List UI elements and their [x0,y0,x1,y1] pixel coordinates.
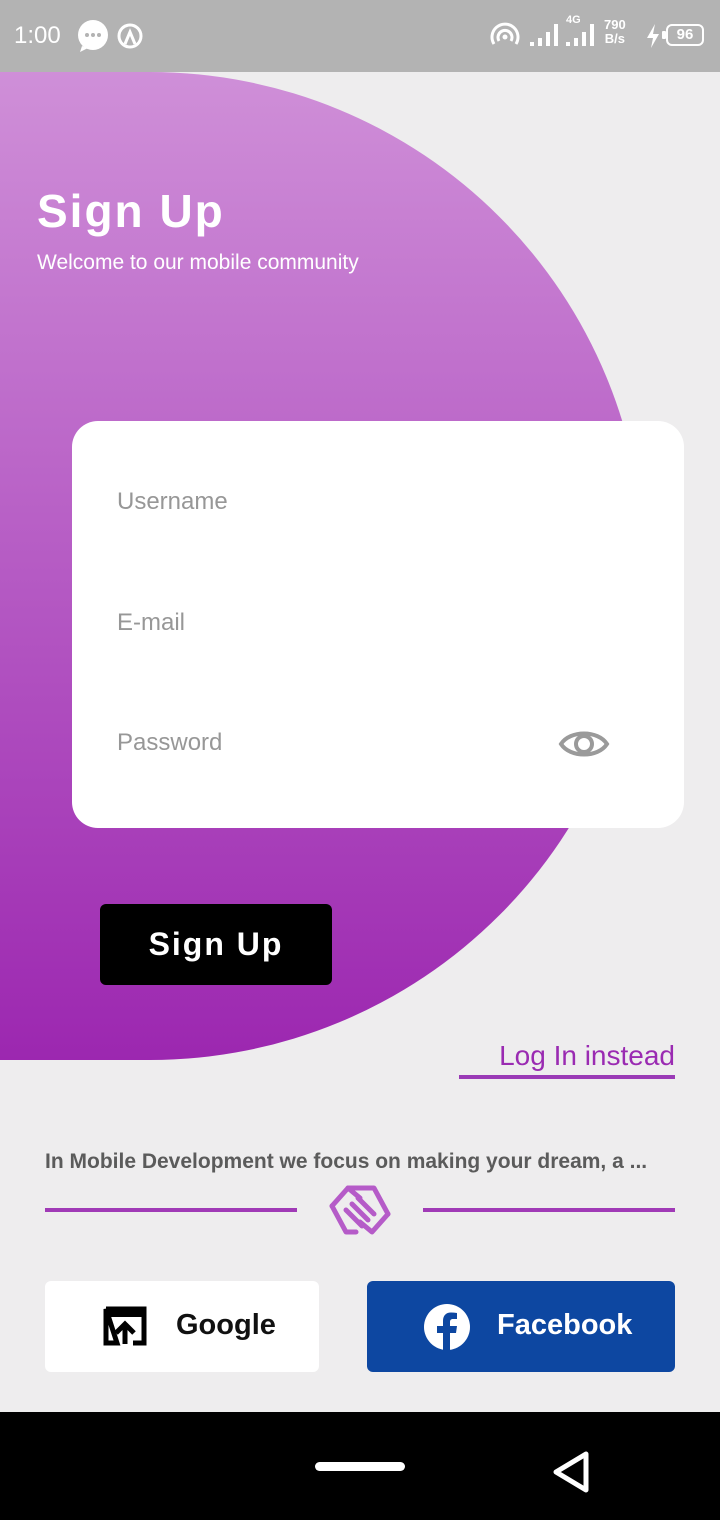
back-triangle-icon[interactable] [548,1448,596,1496]
signal-4g-icon [566,24,594,46]
page-title: Sign Up [37,185,225,237]
battery-indicator: 96 [666,24,704,46]
system-navigation-bar [0,1412,720,1520]
divider-left [45,1208,297,1212]
status-time: 1:00 [14,22,61,49]
signup-form-card [72,421,684,828]
email-field[interactable] [117,593,637,653]
divider-right [423,1208,675,1212]
login-instead-link[interactable]: Log In instead [459,1040,675,1072]
wifi-icon [490,22,520,45]
facebook-label: Facebook [497,1309,633,1341]
google-signin-button[interactable]: Google [45,1281,319,1372]
handshake-icon [329,1185,391,1235]
chat-bubble-icon [78,20,108,52]
net-speed: 790 B/s [604,18,626,46]
page-subtitle: Welcome to our mobile community [37,251,359,274]
status-bar: 1:00 4G 790 B/s 96 [0,0,720,72]
password-field[interactable] [117,713,537,773]
hotspot-icon [117,23,143,49]
facebook-signin-button[interactable]: Facebook [367,1281,675,1372]
net-speed-unit: B/s [604,31,625,46]
net-speed-value: 790 [604,17,626,32]
username-field[interactable] [117,472,637,532]
google-label: Google [176,1309,276,1341]
show-password-eye-icon[interactable] [558,723,610,765]
tagline-text: In Mobile Development we focus on making… [45,1150,648,1173]
signal-icon [530,24,558,46]
home-gesture-pill[interactable] [315,1462,405,1471]
open-in-browser-icon [103,1306,147,1346]
login-link-underline [459,1075,675,1079]
signup-button[interactable]: Sign Up [100,904,332,985]
facebook-logo-icon [424,1304,470,1351]
charging-icon [647,24,659,48]
